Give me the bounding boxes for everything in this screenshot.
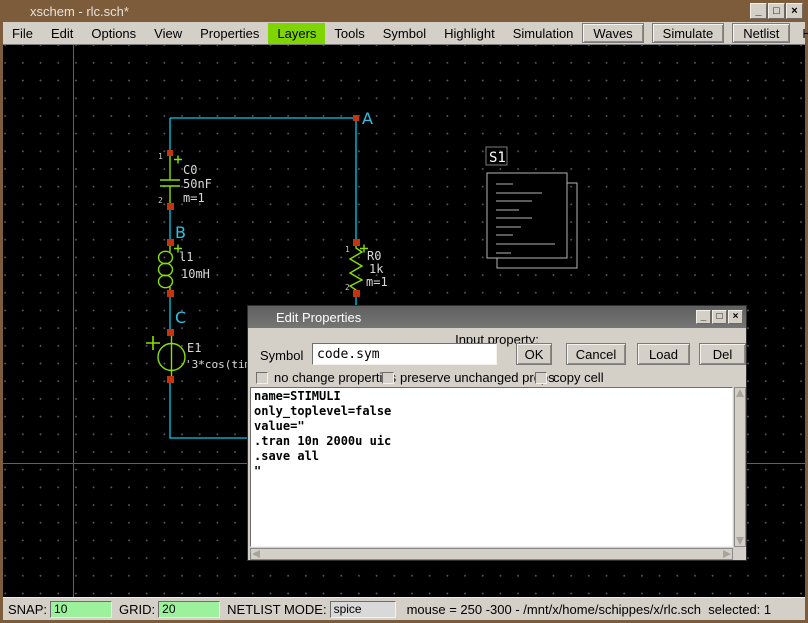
checkbox-box[interactable] — [256, 372, 268, 384]
capacitor-name: C0 — [183, 163, 197, 177]
grid-input[interactable] — [158, 601, 220, 618]
net-label-b: B — [175, 223, 186, 242]
simulate-button[interactable]: Simulate — [652, 23, 725, 43]
horizontal-scrollbar[interactable] — [250, 548, 733, 560]
schematic-canvas[interactable]: A B C C0 50nF m=1 l1 10mH R0 1k m=1 E1 '… — [3, 45, 805, 597]
capacitor-mult: m=1 — [183, 191, 205, 205]
symbol-input[interactable] — [312, 343, 497, 365]
checkbox-box[interactable] — [535, 372, 547, 384]
dialog-title: Edit Properties — [248, 310, 361, 325]
property-text-area[interactable]: name=STIMULI only_toplevel=false value="… — [250, 387, 733, 547]
source-name: E1 — [187, 341, 201, 355]
menu-help[interactable]: Help — [798, 23, 808, 44]
checkbox-label: no change properties — [274, 370, 396, 385]
menu-options[interactable]: Options — [82, 23, 145, 44]
del-button[interactable]: Del — [699, 343, 746, 365]
maximize-icon[interactable]: □ — [768, 3, 785, 19]
cancel-button[interactable]: Cancel — [566, 343, 626, 365]
dialog-maximize-icon[interactable]: □ — [712, 310, 727, 324]
netlist-mode-input[interactable] — [330, 601, 396, 618]
menu-edit[interactable]: Edit — [42, 23, 82, 44]
window-title: xschem - rlc.sch* — [0, 4, 129, 19]
waves-button[interactable]: Waves — [582, 23, 643, 43]
dialog-minimize-icon[interactable]: _ — [696, 310, 711, 324]
resistor-name: R0 — [367, 249, 381, 263]
resistor-value: 1k — [369, 262, 384, 276]
netlist-button[interactable]: Netlist — [732, 23, 790, 43]
menu-tools[interactable]: Tools — [325, 23, 373, 44]
svg-text:2: 2 — [345, 283, 350, 292]
ok-button[interactable]: OK — [516, 343, 552, 365]
symbol-label: Symbol — [260, 348, 303, 363]
menu-layers[interactable]: Layers — [268, 23, 325, 44]
scroll-left-icon[interactable] — [252, 550, 260, 558]
net-label-a: A — [362, 109, 373, 128]
status-bar: SNAP: GRID: NETLIST MODE: mouse = 250 -3… — [3, 597, 805, 620]
snap-label: SNAP: — [8, 602, 47, 617]
net-label-c: C — [175, 308, 186, 327]
no-change-properties-checkbox[interactable]: no change properties — [256, 370, 396, 385]
net-labels[interactable]: A B C — [175, 109, 373, 327]
netlist-mode-label: NETLIST MODE: — [227, 602, 326, 617]
checkbox-label: copy cell — [553, 370, 604, 385]
menu-symbol[interactable]: Symbol — [374, 23, 435, 44]
svg-text:1: 1 — [345, 245, 350, 254]
menu-view[interactable]: View — [145, 23, 191, 44]
menu-bar: File Edit Options View Properties Layers… — [3, 22, 805, 45]
checkbox-box[interactable] — [382, 372, 394, 384]
minimize-icon[interactable]: _ — [750, 3, 767, 19]
grid-label: GRID: — [119, 602, 155, 617]
snap-input[interactable] — [50, 601, 112, 618]
checkbox-label: preserve unchanged props — [400, 370, 555, 385]
vertical-scrollbar[interactable] — [734, 387, 746, 547]
menu-simulation[interactable]: Simulation — [504, 23, 583, 44]
inductor-value: 10mH — [181, 267, 210, 281]
menu-properties[interactable]: Properties — [191, 23, 268, 44]
xschem-window: xschem - rlc.sch* _ □ × File Edit Option… — [0, 0, 808, 623]
copy-cell-checkbox[interactable]: copy cell — [535, 370, 604, 385]
svg-text:2: 2 — [158, 196, 163, 205]
edit-properties-dialog: Edit Properties _ □ × Input property: Sy… — [247, 305, 747, 561]
title-bar[interactable]: xschem - rlc.sch* _ □ × — [0, 0, 808, 22]
menu-highlight[interactable]: Highlight — [435, 23, 504, 44]
load-button[interactable]: Load — [637, 343, 690, 365]
resistor-mult: m=1 — [366, 275, 388, 289]
scroll-up-icon[interactable] — [736, 389, 744, 397]
close-icon[interactable]: × — [786, 3, 803, 19]
capacitor-value: 50nF — [183, 177, 212, 191]
menu-file[interactable]: File — [3, 23, 42, 44]
svg-text:1: 1 — [158, 152, 163, 161]
scroll-down-icon[interactable] — [736, 537, 744, 545]
dialog-close-icon[interactable]: × — [728, 310, 743, 324]
dialog-title-bar[interactable]: Edit Properties _ □ × — [248, 306, 746, 328]
preserve-unchanged-props-checkbox[interactable]: preserve unchanged props — [382, 370, 555, 385]
code-block-s1[interactable]: S1 — [486, 147, 577, 268]
code-block-name: S1 — [489, 150, 506, 166]
mouse-coordinates-info: mouse = 250 -300 - /mnt/x/home/schippes/… — [407, 602, 772, 617]
inductor-name: l1 — [179, 250, 193, 264]
scroll-right-icon[interactable] — [723, 550, 731, 558]
